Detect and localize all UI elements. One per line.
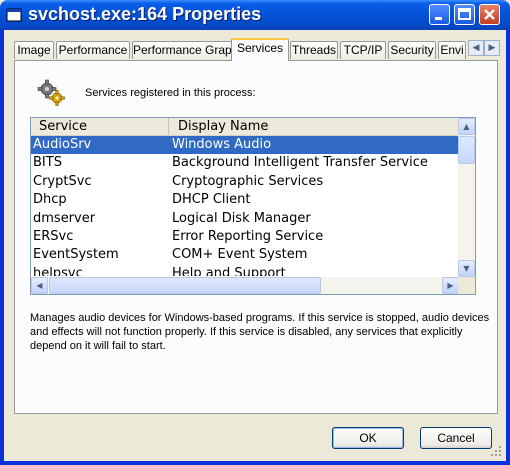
- vertical-scrollbar[interactable]: ▲ ▼: [458, 118, 475, 277]
- tab-services[interactable]: Services: [231, 38, 289, 61]
- tab-tcp-ip[interactable]: TCP/IP: [340, 41, 386, 59]
- dialog-client-area: Image Performance Performance Graph Serv…: [4, 30, 506, 461]
- tab-performance[interactable]: Performance: [56, 41, 130, 59]
- gears-icon: [37, 79, 65, 106]
- tab-scroll-left-button[interactable]: ◀: [468, 40, 484, 56]
- ok-button[interactable]: OK: [332, 427, 404, 449]
- service-display-name: DHCP Client: [172, 192, 251, 208]
- close-icon: [484, 9, 495, 20]
- tab-security[interactable]: Security: [388, 41, 436, 59]
- list-item[interactable]: ERSvc Error Reporting Service: [31, 228, 459, 246]
- service-display-name: Error Reporting Service: [172, 228, 324, 244]
- window-title: svchost.exe:164 Properties: [28, 4, 262, 24]
- scroll-right-button[interactable]: ▶: [442, 277, 459, 294]
- service-display-name: Background Intelligent Transfer Service: [172, 155, 428, 171]
- tab-environment[interactable]: Envi: [438, 41, 466, 59]
- tab-strip: Image Performance Performance Graph Serv…: [14, 38, 500, 61]
- tab-threads[interactable]: Threads: [290, 41, 338, 59]
- scroll-up-button[interactable]: ▲: [458, 118, 475, 135]
- column-header-display-name[interactable]: Display Name: [170, 118, 459, 135]
- tab-image[interactable]: Image: [14, 41, 54, 59]
- resize-grip-icon[interactable]: [490, 445, 502, 457]
- horizontal-scroll-thumb[interactable]: [49, 277, 321, 294]
- properties-window: svchost.exe:164 Properties Image Perform…: [0, 0, 510, 465]
- service-display-name: Windows Audio: [172, 137, 272, 152]
- scroll-left-button[interactable]: ◀: [31, 277, 48, 294]
- cancel-button[interactable]: Cancel: [420, 427, 492, 449]
- list-item[interactable]: dmserver Logical Disk Manager: [31, 210, 459, 228]
- list-rows: AudioSrv Windows Audio BITS Background I…: [31, 136, 459, 276]
- service-display-name: Logical Disk Manager: [172, 210, 311, 226]
- minimize-button[interactable]: [429, 4, 450, 25]
- service-display-name: Cryptographic Services: [172, 173, 324, 189]
- vertical-scroll-thumb[interactable]: [458, 136, 475, 164]
- tab-scroll-right-button[interactable]: ▶: [484, 40, 500, 56]
- close-button[interactable]: [479, 4, 500, 25]
- window-app-icon[interactable]: [6, 7, 22, 23]
- service-name: dmserver: [33, 210, 96, 226]
- list-item[interactable]: Dhcp DHCP Client: [31, 191, 459, 209]
- title-bar[interactable]: svchost.exe:164 Properties: [0, 0, 510, 30]
- service-name: Dhcp: [33, 192, 67, 208]
- list-header: Service Display Name: [31, 118, 459, 136]
- services-intro-label: Services registered in this process:: [85, 87, 256, 99]
- list-item[interactable]: AudioSrv Windows Audio: [31, 136, 459, 155]
- service-name: BITS: [33, 155, 62, 171]
- service-name: CryptSvc: [33, 173, 92, 189]
- maximize-button[interactable]: [454, 4, 475, 25]
- service-description: Manages audio devices for Windows-based …: [30, 312, 490, 352]
- list-item[interactable]: CryptSvc Cryptographic Services: [31, 173, 459, 191]
- service-name: helpsvc: [33, 265, 83, 276]
- maximize-icon: [458, 8, 471, 20]
- service-display-name: COM+ Event System: [172, 247, 308, 263]
- services-tab-panel: Services registered in this process: Ser…: [14, 60, 498, 414]
- scrollbar-corner: [458, 277, 475, 294]
- column-header-service[interactable]: Service: [31, 118, 169, 135]
- list-item[interactable]: helpsvc Help and Support: [31, 265, 459, 276]
- horizontal-scrollbar[interactable]: ◀ ▶: [31, 277, 459, 294]
- list-item[interactable]: BITS Background Intelligent Transfer Ser…: [31, 154, 459, 172]
- services-list[interactable]: Service Display Name AudioSrv Windows Au…: [30, 117, 476, 295]
- scroll-down-button[interactable]: ▼: [458, 260, 475, 277]
- service-name: ERSvc: [33, 228, 74, 244]
- service-name: AudioSrv: [33, 137, 92, 152]
- list-item[interactable]: EventSystem COM+ Event System: [31, 246, 459, 264]
- service-name: EventSystem: [33, 247, 119, 263]
- tab-performance-graph[interactable]: Performance Graph: [132, 41, 232, 59]
- minimize-icon: [435, 17, 442, 20]
- service-display-name: Help and Support: [172, 265, 286, 276]
